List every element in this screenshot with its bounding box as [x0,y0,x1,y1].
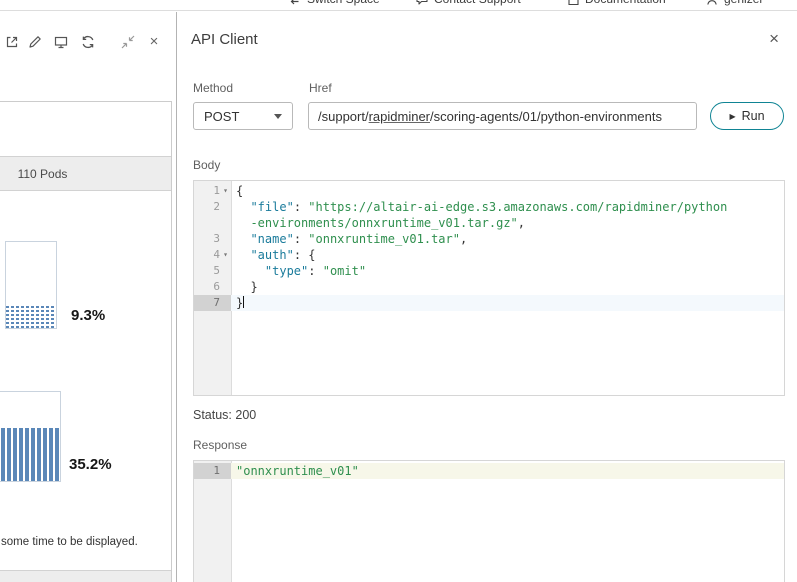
code-line[interactable]: 4▾ "auth": { [194,247,784,263]
method-value: POST [204,109,239,124]
section-header-strip [0,570,171,582]
line-number: 4▾ [194,247,231,263]
api-client-panel: API Client × Method Href POST /support/r… [176,12,797,582]
pods-card: 110 Pods 9.3% 35.2% some time to be disp… [0,101,172,582]
response-editor[interactable]: 1"onnxruntime_v01" [193,460,785,582]
chat-icon [415,0,429,6]
chart-bars [6,305,56,328]
fold-arrow-icon[interactable]: ▾ [220,247,231,263]
display-icon[interactable] [53,34,69,50]
method-label: Method [193,81,233,95]
line-number [194,215,231,231]
code-line[interactable]: 1"onnxruntime_v01" [194,463,784,479]
usage-percent-2: 35.2% [69,456,112,473]
run-button[interactable]: ▶ Run [710,102,784,130]
close-icon[interactable]: × [769,30,779,47]
chart-bars [0,428,60,481]
popout-icon[interactable] [4,34,20,50]
play-icon: ▶ [729,112,735,121]
topbar: Switch Space Contact Support Documentation… [0,0,797,11]
line-number: 1▾ [194,183,231,199]
body-label: Body [193,158,220,172]
topbar-item-label: Documentation [585,0,666,6]
href-text: /scoring-agents/01/python-environments [430,109,662,124]
run-label: Run [742,109,765,123]
topbar-item-user-menu[interactable]: genizer [705,0,763,11]
topbar-item-switch-space[interactable]: Switch Space [288,0,380,11]
left-toolbar: × [0,30,175,58]
text-cursor [243,296,244,308]
pods-header-label: 110 Pods [0,167,85,181]
pods-header: 110 Pods [0,156,171,191]
code-text: "onnxruntime_v01" [231,463,784,479]
topbar-nav: Switch Space Contact Support Documentation… [0,0,797,11]
switch-icon [288,0,302,6]
code-line[interactable]: 5 "type": "omit" [194,263,784,279]
line-number: 2 [194,199,231,215]
code-text: -environments/onnxruntime_v01.tar.gz", [231,215,784,231]
body-editor[interactable]: 1▾{2 "file": "https://altair-ai-edge.s3.… [193,180,785,396]
topbar-item-documentation[interactable]: Documentation [566,0,666,11]
document-icon [566,0,580,6]
info-note: some time to be displayed. [1,536,138,548]
user-icon [705,0,719,6]
code-text: } [231,279,784,295]
code-line[interactable]: 6 } [194,279,784,295]
collapse-icon[interactable] [120,34,136,50]
close-panel-icon[interactable]: × [146,34,162,50]
code-line[interactable]: 7} [194,295,784,311]
response-label: Response [193,438,247,452]
usage-chart-1 [5,241,57,329]
code-text: "type": "omit" [231,263,784,279]
topbar-item-label: Switch Space [307,0,380,6]
panel-title: API Client [191,31,258,48]
topbar-item-contact-support[interactable]: Contact Support [415,0,521,11]
topbar-item-label: Contact Support [434,0,521,6]
href-label: Href [309,81,332,95]
code-text: "auth": { [231,247,784,263]
href-text: /support/ [318,109,369,124]
href-input[interactable]: /support/rapidminer/scoring-agents/01/py… [308,102,697,130]
usage-chart-2 [0,391,61,482]
line-number: 7 [194,295,231,311]
href-text-underlined: rapidminer [369,109,430,124]
fold-arrow-icon[interactable]: ▾ [220,183,231,199]
code-line[interactable]: 1▾{ [194,183,784,199]
method-select[interactable]: POST [193,102,293,130]
code-text: "file": "https://altair-ai-edge.s3.amazo… [231,199,784,215]
line-number: 6 [194,279,231,295]
code-line[interactable]: 3 "name": "onnxruntime_v01.tar", [194,231,784,247]
code-line[interactable]: -environments/onnxruntime_v01.tar.gz", [194,215,784,231]
code-text: "name": "onnxruntime_v01.tar", [231,231,784,247]
app-root: Switch Space Contact Support Documentation… [0,0,797,582]
topbar-item-label: genizer [724,0,763,6]
chevron-down-icon [274,114,282,119]
line-number: 1 [194,463,231,479]
code-text: } [231,295,784,311]
edit-icon[interactable] [27,34,43,50]
line-number: 3 [194,231,231,247]
usage-percent-1: 9.3% [71,307,105,324]
refresh-icon[interactable] [80,34,96,50]
line-number: 5 [194,263,231,279]
code-text: { [231,183,784,199]
left-panel: × 110 Pods 9.3% 35.2% some time to be di… [0,12,175,582]
status-text: Status: 200 [193,408,256,422]
code-line[interactable]: 2 "file": "https://altair-ai-edge.s3.ama… [194,199,784,215]
